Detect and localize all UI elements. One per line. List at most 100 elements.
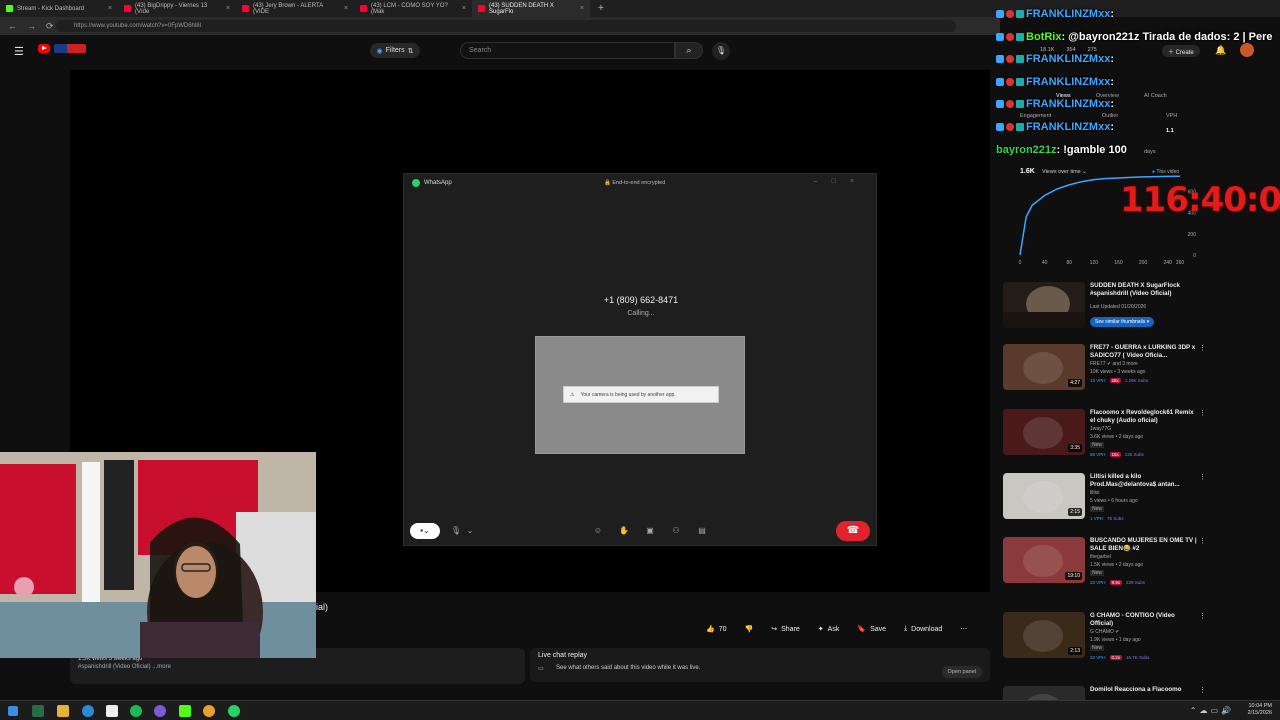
stat-tag: 33 VPH: [1090, 655, 1106, 660]
current-video-title[interactable]: SUDDEN DEATH X SugarFlock #spanishdrill …: [1090, 282, 1198, 298]
youtube-logo[interactable]: [38, 44, 50, 53]
more-vert-icon[interactable]: ⋮: [1199, 537, 1206, 545]
suggestion-channel[interactable]: thegarbel: [1090, 554, 1198, 560]
system-tray[interactable]: ⌃☁▭🔊: [1190, 706, 1234, 715]
suggestion-title[interactable]: Domilol Reacciona a Flacoomo: [1090, 686, 1198, 694]
suggestion-item[interactable]: 2:13 G CHAMO - CONTIGO (Video Official) ⋮ G…: [1003, 612, 1206, 672]
suggestion-item[interactable]: 19:10 BUSCANDO MUJERES EN OME TV | SALE B…: [1003, 537, 1206, 597]
spotify-icon[interactable]: [130, 705, 142, 717]
tab-close-icon[interactable]: ×: [108, 5, 112, 12]
more-vert-icon[interactable]: ⋮: [1199, 686, 1206, 694]
suggestion-thumbnail[interactable]: 2:13: [1003, 612, 1085, 658]
suggestion-title[interactable]: Liltisi killed a kilo Prod.Mas@delantova…: [1090, 473, 1198, 489]
voice-search-button[interactable]: 🎙: [712, 42, 730, 60]
stat-subs: 18.1K: [1040, 47, 1055, 53]
tab-close-icon[interactable]: ×: [344, 5, 348, 12]
start-icon[interactable]: [8, 706, 18, 716]
browser-tab[interactable]: (43) Jery Brown - ALERTA (VIDE ×: [236, 0, 354, 17]
suggestion-channel[interactable]: 1way77G: [1090, 426, 1198, 432]
notepad-icon[interactable]: [106, 705, 118, 717]
search-input[interactable]: Search: [460, 42, 675, 59]
description-hashtag[interactable]: #spanishdrill (Video Oficial) ...more: [78, 664, 171, 670]
suggestion-channel[interactable]: liltisi: [1090, 490, 1198, 496]
mic-options-icon[interactable]: ⌄: [462, 523, 478, 539]
more-vert-icon[interactable]: ⋮: [1199, 344, 1206, 352]
suggestion-thumbnail[interactable]: 2:15: [1003, 473, 1085, 519]
back-icon[interactable]: ←: [8, 21, 17, 31]
suggestion-title[interactable]: G CHAMO - CONTIGO (Video Official): [1090, 612, 1198, 628]
browser-tab[interactable]: (43) BigDrippy - Viernes 13 (Víde ×: [118, 0, 236, 17]
emoji-icon[interactable]: ☺: [590, 523, 606, 539]
whatsapp-taskbar-icon[interactable]: [228, 705, 240, 717]
ask-button[interactable]: ✦ Ask: [812, 620, 846, 638]
suggestion-thumbnail[interactable]: 3:35: [1003, 409, 1085, 455]
more-vert-icon[interactable]: ⋮: [1199, 612, 1206, 620]
similar-thumbnails-button[interactable]: See similar thumbnails ▾: [1090, 317, 1155, 327]
stat-tag: 0.2x: [1109, 655, 1123, 660]
url-field[interactable]: https://www.youtube.com/watch?v=0FpWD6hl…: [56, 20, 956, 32]
reload-icon[interactable]: ⟳: [46, 21, 54, 32]
suggestion-item[interactable]: 4:27 FRE77 - GUERRA x LURKING 3DP x SADIC…: [1003, 344, 1206, 404]
end-call-button[interactable]: ☎: [836, 521, 870, 541]
video-toggle-button[interactable]: ▪⌄: [410, 523, 440, 539]
search-icon: ⌕: [686, 45, 692, 55]
filters-button[interactable]: ◉ Filters ⇅: [370, 43, 420, 58]
clock[interactable]: 10:04 PM 2/15/2026: [1248, 703, 1272, 717]
x-tick-label: 240: [1164, 260, 1173, 266]
edge-icon[interactable]: [82, 705, 94, 717]
browser-tab[interactable]: (43) SUDDEN DEATH X SugarFlo ×: [472, 0, 590, 17]
save-button[interactable]: 🔖 Save: [851, 620, 892, 638]
suggestion-channel[interactable]: FRE77 ✔ and 3 more: [1090, 361, 1198, 367]
create-button[interactable]: ＋ Create: [1162, 45, 1200, 57]
browser-tab[interactable]: (43) LCM - COMO SOY YO? (Mak ×: [354, 0, 472, 17]
suggestion-channel[interactable]: G CHAMO ✔: [1090, 629, 1198, 635]
create-label: Create: [1175, 50, 1194, 56]
terminal-icon[interactable]: [32, 705, 44, 717]
tab-overview[interactable]: Overview: [1096, 93, 1119, 99]
notifications-icon[interactable]: 🔔: [1215, 45, 1226, 56]
suggestion-title[interactable]: Flacoomo x Revoldeglock61 Remix el chuky…: [1090, 409, 1198, 425]
suggestion-thumbnail[interactable]: 4:27: [1003, 344, 1085, 390]
add-person-icon[interactable]: ⚇: [668, 523, 684, 539]
suggestion-stats: 1 VPH 75 Subs: [1090, 516, 1124, 521]
search-button[interactable]: ⌕: [675, 42, 703, 59]
suggestion-item[interactable]: 3:35 Flacoomo x Revoldeglock61 Remix el c…: [1003, 409, 1206, 469]
like-button[interactable]: 👍 70: [700, 620, 733, 638]
more-options-icon[interactable]: ▤: [694, 523, 710, 539]
more-vert-icon[interactable]: ⋮: [1199, 409, 1206, 417]
share-button[interactable]: ↪ Share: [765, 620, 806, 638]
suggestion-title[interactable]: FRE77 - GUERRA x LURKING 3DP x SADICO77 …: [1090, 344, 1198, 360]
download-label: Download: [911, 625, 943, 633]
window-controls[interactable]: –□×: [814, 178, 868, 185]
menu-icon[interactable]: ☰: [14, 45, 24, 58]
kick-icon[interactable]: [179, 705, 191, 717]
tab-close-icon[interactable]: ×: [462, 5, 466, 12]
more-vert-icon[interactable]: ⋮: [1199, 473, 1206, 481]
suggestion-views: 1.9K views • 1 day ago: [1090, 637, 1141, 643]
open-panel-button[interactable]: Open panel: [941, 666, 982, 678]
thumbnail-image: [1003, 282, 1085, 328]
chrome-icon[interactable]: [203, 705, 215, 717]
dislike-button[interactable]: 👎: [739, 620, 760, 638]
new-tab-button[interactable]: +: [590, 3, 604, 14]
suggestion-item[interactable]: 2:15 Liltisi killed a kilo Prod.Mas@delan…: [1003, 473, 1206, 533]
avatar[interactable]: [1240, 43, 1254, 57]
caller-number: +1 (809) 662-8471: [603, 295, 679, 305]
tab-views[interactable]: Views: [1056, 93, 1071, 99]
raise-hand-icon[interactable]: ✋: [616, 523, 632, 539]
screen-share-icon[interactable]: ▣: [642, 523, 658, 539]
browser-tab[interactable]: Stream - Kick Dashboard ×: [0, 0, 118, 17]
suggestion-thumbnail[interactable]: 19:10: [1003, 537, 1085, 583]
file-explorer-icon[interactable]: [57, 705, 69, 717]
current-video-thumbnail[interactable]: [1003, 282, 1085, 328]
forward-icon[interactable]: →: [27, 21, 36, 31]
tab-close-icon[interactable]: ×: [580, 5, 584, 12]
camera-warning: ⚠ Your camera is being used by another a…: [563, 386, 719, 403]
obs-icon[interactable]: [154, 705, 166, 717]
tab-ai-coach[interactable]: AI Coach: [1144, 93, 1167, 99]
download-button[interactable]: ⤓ Download: [898, 620, 948, 638]
tab-label: (43) SUDDEN DEATH X SugarFlo: [489, 2, 554, 15]
suggestion-title[interactable]: BUSCANDO MUJERES EN OME TV | SALE BIEN😂 …: [1090, 537, 1198, 553]
more-actions-button[interactable]: ⋯: [954, 620, 973, 638]
tab-close-icon[interactable]: ×: [226, 5, 230, 12]
